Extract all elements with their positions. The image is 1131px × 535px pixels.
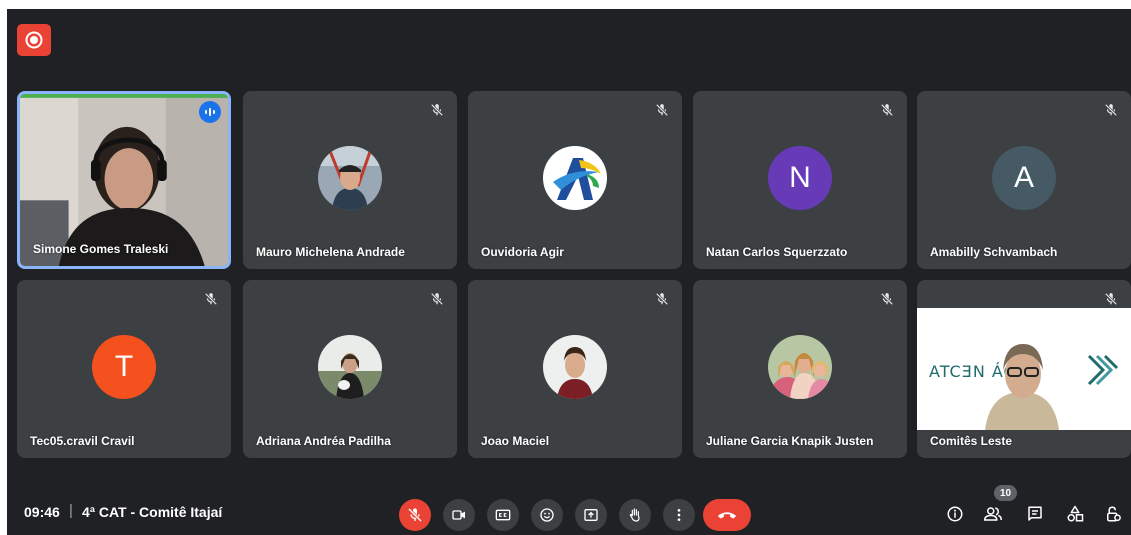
captions-button[interactable] bbox=[487, 499, 519, 531]
avatar bbox=[318, 146, 382, 210]
bottom-control-bar: 09:46 | 4ª CAT - Comitê Itajaí 10 bbox=[7, 485, 1131, 535]
reactions-button[interactable] bbox=[531, 499, 563, 531]
activities-button[interactable] bbox=[1062, 501, 1088, 527]
participant-count-badge: 10 bbox=[994, 485, 1017, 501]
participant-name: Simone Gomes Traleski bbox=[33, 242, 169, 256]
host-controls-icon bbox=[1107, 506, 1121, 522]
participant-name: Natan Carlos Squerzzato bbox=[706, 245, 848, 259]
info-icon bbox=[947, 506, 963, 522]
recording-button[interactable] bbox=[17, 24, 51, 56]
activities-icon bbox=[1067, 505, 1084, 522]
participant-tile-tec05[interactable]: T Tec05.cravil Cravil bbox=[17, 280, 231, 458]
chat-icon bbox=[1028, 506, 1042, 521]
participant-tile-amabilly[interactable]: A Amabilly Schvambach bbox=[917, 91, 1131, 269]
microphone-toggle-button[interactable] bbox=[399, 499, 431, 531]
people-icon bbox=[983, 507, 1002, 521]
participant-tile-juliane[interactable]: Juliane Garcia Knapik Justen bbox=[693, 280, 907, 458]
mic-off-icon bbox=[877, 100, 897, 120]
mic-off-icon bbox=[652, 289, 672, 309]
participant-name: Adriana Andréa Padilha bbox=[256, 434, 391, 448]
separator: | bbox=[69, 502, 73, 519]
captions-icon bbox=[495, 509, 511, 521]
camera-toggle-button[interactable] bbox=[443, 499, 475, 531]
present-icon bbox=[584, 509, 598, 521]
mic-off-icon bbox=[652, 100, 672, 120]
meeting-details-button[interactable] bbox=[942, 501, 968, 527]
raise-hand-button[interactable] bbox=[619, 499, 651, 531]
participant-name: Joao Maciel bbox=[481, 434, 550, 448]
participant-name: Mauro Michelena Andrade bbox=[256, 245, 405, 259]
participant-name: Tec05.cravil Cravil bbox=[30, 434, 135, 448]
camera-video: ATCƎN ÁGUA bbox=[917, 308, 1131, 430]
people-button[interactable] bbox=[980, 501, 1006, 527]
present-screen-button[interactable] bbox=[575, 499, 607, 531]
host-controls-button[interactable] bbox=[1100, 501, 1126, 527]
agir-logo-icon bbox=[553, 158, 601, 200]
mic-off-icon bbox=[1101, 100, 1121, 120]
participant-tile-mauro[interactable]: Mauro Michelena Andrade bbox=[243, 91, 457, 269]
avatar bbox=[543, 335, 607, 399]
more-options-icon bbox=[677, 509, 681, 521]
participant-tile-joao[interactable]: Joao Maciel bbox=[468, 280, 682, 458]
avatar-initial: N bbox=[768, 146, 832, 210]
participant-name: Juliane Garcia Knapik Justen bbox=[706, 434, 874, 448]
meeting-title: 4ª CAT - Comitê Itajaí bbox=[82, 504, 223, 520]
mic-off-icon bbox=[201, 289, 221, 309]
end-call-icon bbox=[717, 512, 737, 519]
avatar-initial: A bbox=[992, 146, 1056, 210]
avatar bbox=[318, 335, 382, 399]
participant-tile-ouvidoria[interactable]: Ouvidoria Agir bbox=[468, 91, 682, 269]
participant-tile-simone[interactable]: Simone Gomes Traleski bbox=[17, 91, 231, 269]
emoji-icon bbox=[540, 508, 554, 522]
speaking-indicator-icon bbox=[199, 101, 221, 123]
meeting-clock: 09:46 bbox=[24, 504, 60, 520]
participant-tile-adriana[interactable]: Adriana Andréa Padilha bbox=[243, 280, 457, 458]
participant-tile-comites-leste[interactable]: ATCƎN ÁGUA Comitês Leste bbox=[917, 280, 1131, 458]
record-icon bbox=[25, 31, 43, 49]
participant-name: Ouvidoria Agir bbox=[481, 245, 564, 259]
avatar bbox=[543, 146, 607, 210]
meet-window: Simone Gomes Traleski Mauro Michelena An… bbox=[7, 9, 1131, 535]
mic-off-icon bbox=[877, 289, 897, 309]
water-logo-icon bbox=[1087, 354, 1119, 386]
participant-tile-natan[interactable]: N Natan Carlos Squerzzato bbox=[693, 91, 907, 269]
mic-off-icon bbox=[427, 289, 447, 309]
mic-off-icon bbox=[1101, 289, 1121, 309]
mic-off-icon bbox=[427, 100, 447, 120]
camera-video bbox=[20, 94, 228, 266]
mic-off-icon bbox=[408, 508, 422, 522]
raise-hand-icon bbox=[629, 508, 640, 522]
participant-name: Comitês Leste bbox=[930, 434, 1013, 448]
end-call-button[interactable] bbox=[703, 499, 751, 531]
avatar bbox=[768, 335, 832, 399]
more-options-button[interactable] bbox=[663, 499, 695, 531]
participant-name: Amabilly Schvambach bbox=[930, 245, 1058, 259]
avatar-initial: T bbox=[92, 335, 156, 399]
person-silhouette bbox=[985, 344, 1059, 430]
chat-button[interactable] bbox=[1022, 501, 1048, 527]
camera-icon bbox=[452, 510, 465, 520]
